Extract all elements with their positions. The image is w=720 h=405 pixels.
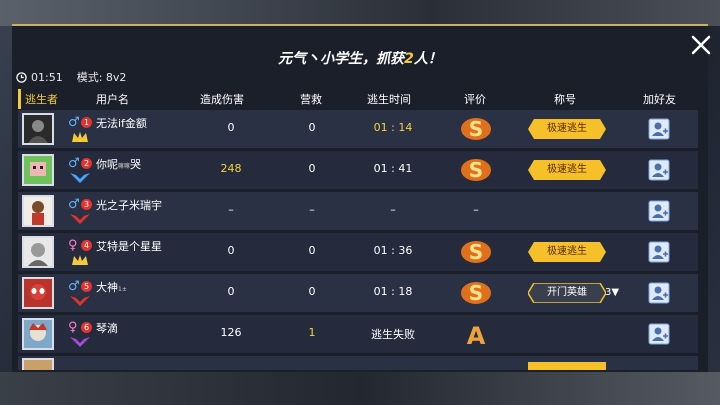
avatar (22, 195, 54, 227)
escape-time-value: 01 : 18 (373, 285, 413, 298)
col-damage: 造成伤害 (200, 93, 244, 106)
player-row: ♂ 3 光之子米瑞宇 – – – – (18, 192, 698, 230)
svg-text:S: S (469, 158, 483, 182)
escape-time-value: – (390, 203, 396, 216)
rank-badge: 2 (81, 158, 92, 169)
title-count-dropdown[interactable]: 3▼ (605, 287, 619, 298)
title-badge[interactable]: 极速逃生 (528, 242, 606, 262)
title-badge[interactable]: 极速逃生 (528, 119, 606, 139)
add-friend-icon[interactable] (648, 282, 670, 304)
escape-time-value: 01 : 14 (373, 121, 413, 134)
grade-s-icon: S (461, 117, 491, 141)
title-badge[interactable]: 开门英雄 (527, 282, 607, 304)
col-rescue: 营救 (300, 93, 322, 106)
wing-badge-icon (70, 173, 90, 183)
gender-male-icon: ♂ (68, 115, 80, 130)
gender-female-icon: ♀ (68, 238, 78, 253)
background-bottom (0, 372, 720, 405)
damage-value: 126 (220, 326, 242, 339)
avatar (22, 358, 54, 370)
svg-text:S: S (469, 281, 483, 305)
player-row: ♀ 6 琴滴 126 1 逃生失败 A (18, 315, 698, 353)
add-friend-icon[interactable] (648, 118, 670, 140)
avatar (22, 154, 54, 186)
background-top (0, 0, 720, 26)
rescue-value: 0 (308, 121, 316, 134)
damage-value: – (228, 203, 234, 216)
grade-value: – (473, 203, 479, 216)
title-badge[interactable]: 极速逃生 (528, 160, 606, 180)
add-friend-icon[interactable] (648, 200, 670, 222)
player-name: 琴滴 (96, 322, 118, 335)
avatar (22, 236, 54, 268)
rescue-value: 0 (308, 285, 316, 298)
col-title: 称号 (554, 93, 576, 106)
damage-value: 0 (227, 244, 235, 257)
wing-badge-icon (70, 214, 90, 224)
match-timer: 01:51 (31, 70, 63, 84)
svg-text:S: S (469, 117, 483, 141)
rank-badge: 4 (81, 240, 92, 251)
player-row: ♂ 2 你呢嘛嘛哭 248 0 01 : 41 S 极速逃生 (18, 151, 698, 189)
player-row: ♂ 5 大神1± 0 0 01 : 18 S 开门英雄 3▼ (18, 274, 698, 312)
result-title: 元气丶小学生，抓获2人！ (278, 51, 442, 67)
gender-female-icon: ♀ (68, 320, 78, 335)
escape-time-value: 01 : 36 (373, 244, 413, 257)
close-icon[interactable] (690, 34, 712, 56)
player-row: ♂ 1 无法if金额 0 0 01 : 14 S 极速逃生 (18, 110, 698, 148)
rank-badge: 5 (81, 281, 92, 292)
match-mode: 模式: 8v2 (76, 71, 127, 84)
col-escape-time: 逃生时间 (367, 93, 411, 106)
escape-time-value: 逃生失败 (371, 328, 415, 341)
col-username: 用户名 (96, 93, 129, 106)
player-name: 艾特是个星星 (96, 240, 162, 253)
add-friend-icon[interactable] (648, 159, 670, 181)
damage-value: 248 (220, 162, 242, 175)
player-row: ♀ 4 艾特是个星星 0 0 01 : 36 S 极速逃生 (18, 233, 698, 271)
col-escaper: 逃生者 (18, 89, 66, 109)
grade-a-icon: A (467, 322, 486, 348)
player-name: 大神1± (96, 281, 127, 294)
gender-male-icon: ♂ (68, 197, 80, 212)
avatar (22, 113, 54, 145)
col-add-friend: 加好友 (643, 93, 676, 106)
player-name: 无法if金额 (96, 117, 147, 130)
gender-male-icon: ♂ (68, 279, 80, 294)
svg-text:S: S (469, 240, 483, 264)
player-name: 你呢嘛嘛哭 (96, 158, 142, 171)
rank-badge: 3 (81, 199, 92, 210)
rescue-value: 0 (308, 162, 316, 175)
escape-time-value: 01 : 41 (373, 162, 413, 175)
player-row-partial (18, 356, 698, 370)
grade-s-icon: S (461, 281, 491, 305)
rank-badge: 6 (81, 322, 92, 333)
grade-s-icon: S (461, 240, 491, 264)
wing-badge-icon (70, 296, 90, 306)
grade-s-icon: S (461, 158, 491, 182)
match-info: 01:51 模式: 8v2 (16, 69, 126, 85)
player-name: 光之子米瑞宇 (96, 199, 162, 212)
clock-icon (16, 71, 27, 83)
add-friend-icon[interactable] (648, 323, 670, 345)
avatar (22, 318, 54, 350)
title-badge (528, 362, 606, 370)
col-rating: 评价 (464, 93, 486, 106)
rescue-value: 0 (308, 244, 316, 257)
damage-value: 0 (227, 285, 235, 298)
rescue-value: 1 (308, 326, 316, 339)
crown-icon (72, 132, 88, 142)
damage-value: 0 (227, 121, 235, 134)
svg-text:A: A (467, 322, 486, 348)
rank-badge: 1 (81, 117, 92, 128)
wing-badge-icon (70, 337, 90, 347)
avatar (22, 277, 54, 309)
gender-male-icon: ♂ (68, 156, 80, 171)
crown-icon (72, 255, 88, 265)
add-friend-icon[interactable] (648, 241, 670, 263)
rescue-value: – (309, 203, 315, 216)
